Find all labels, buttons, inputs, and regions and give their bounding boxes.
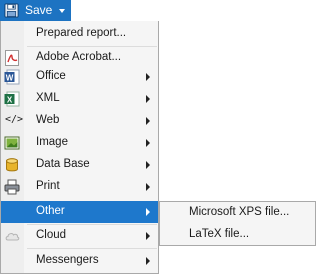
- chevron-right-icon: [146, 117, 150, 125]
- chevron-right-icon: [146, 161, 150, 169]
- svg-text:W: W: [6, 74, 14, 83]
- word-icon: W: [4, 69, 20, 85]
- chevron-right-icon: [146, 232, 150, 240]
- pdf-icon: [5, 50, 19, 66]
- menu-item-print[interactable]: Print: [1, 176, 158, 198]
- excel-icon: X: [4, 91, 20, 107]
- floppy-disk-icon: [4, 3, 19, 18]
- save-button[interactable]: Save: [0, 0, 71, 21]
- other-submenu: Microsoft XPS file... LaTeX file...: [159, 201, 316, 246]
- menu-item-other[interactable]: Other: [1, 201, 158, 223]
- chevron-right-icon: [146, 95, 150, 103]
- chevron-right-icon: [146, 73, 150, 81]
- menu-item-label: Cloud: [36, 229, 67, 241]
- cloud-icon: [5, 233, 20, 241]
- menu-item-messengers[interactable]: Messengers: [1, 250, 158, 272]
- chevron-right-icon: [146, 139, 150, 147]
- menu-item-label: Adobe Acrobat...: [36, 51, 122, 63]
- menu-item-image[interactable]: Image: [1, 132, 158, 154]
- submenu-item-latex[interactable]: LaTeX file...: [160, 224, 315, 246]
- menu-item-data-base[interactable]: Data Base: [1, 154, 158, 176]
- database-icon: [6, 158, 18, 172]
- menu-item-cloud[interactable]: Cloud: [1, 225, 158, 247]
- menu-item-label: Data Base: [36, 158, 90, 170]
- menu-separator: [27, 248, 157, 249]
- chevron-down-icon[interactable]: [59, 9, 65, 13]
- menu-item-label: Print: [36, 180, 60, 192]
- chevron-right-icon: [146, 183, 150, 191]
- menu-item-web[interactable]: </> Web: [1, 110, 158, 132]
- menu-item-office[interactable]: W Office: [1, 66, 158, 88]
- menu-item-label: XML: [36, 92, 60, 104]
- menu-item-label: Web: [36, 114, 60, 126]
- save-button-label: Save: [25, 3, 53, 17]
- menu-item-label: Image: [36, 136, 68, 148]
- submenu-item-label: Microsoft XPS file...: [189, 206, 290, 218]
- menu-item-label: Office: [36, 70, 66, 82]
- code-icon: </>: [5, 114, 24, 125]
- menu-item-label: Prepared report...: [36, 27, 127, 39]
- submenu-item-microsoft-xps[interactable]: Microsoft XPS file...: [160, 202, 315, 224]
- image-icon: [4, 136, 20, 150]
- printer-icon: [4, 179, 20, 195]
- menu-item-xml[interactable]: X XML: [1, 88, 158, 110]
- menu-item-label: Messengers: [36, 254, 99, 266]
- chevron-right-icon: [146, 257, 150, 265]
- svg-text:X: X: [7, 96, 13, 105]
- menu-item-prepared-report[interactable]: Prepared report...: [1, 23, 158, 45]
- submenu-item-label: LaTeX file...: [189, 228, 250, 240]
- menu-item-label: Other: [36, 205, 65, 217]
- save-dropdown-menu: Prepared report... Adobe Acrobat... W Of…: [0, 21, 159, 274]
- chevron-right-icon: [146, 208, 150, 216]
